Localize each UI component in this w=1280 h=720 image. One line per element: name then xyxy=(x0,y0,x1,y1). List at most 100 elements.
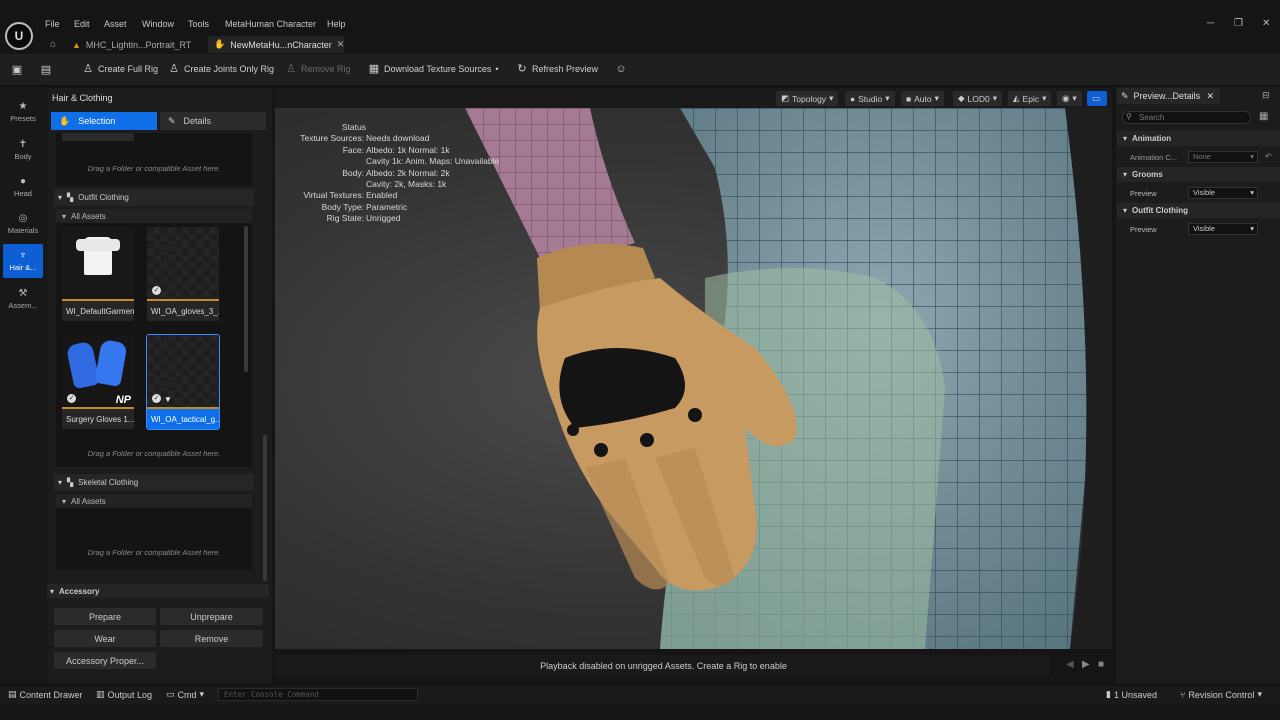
np-badge: NP xyxy=(115,394,131,406)
accessory-properties-button[interactable]: Accessory Proper... xyxy=(54,652,156,669)
topology-dropdown[interactable]: ◩ Topology ▾ xyxy=(776,91,839,106)
menu-file[interactable]: File xyxy=(45,19,60,31)
menu-metahuman[interactable]: MetaHuman Character xyxy=(225,19,316,31)
status-key: Body: xyxy=(342,167,364,178)
asset-tile-selected[interactable]: ✓ ▼ WI_OA_tactical_g... xyxy=(146,334,220,430)
preview-label: Preview xyxy=(1130,189,1157,198)
remove-rig-button[interactable]: ♙ Remove Rig xyxy=(285,63,350,75)
tab-character[interactable]: ✋ NewMetaHu...nCharacter ✕ xyxy=(208,36,344,53)
menu-tools[interactable]: Tools xyxy=(188,19,209,31)
quality-dropdown[interactable]: ◭ Epic ▾ xyxy=(1008,91,1052,106)
section-outfit-clothing[interactable]: ▾ ▚ Outfit Clothing xyxy=(54,189,254,206)
sidebar-item-hair-clothing[interactable]: ♆ Hair &... xyxy=(3,244,43,278)
unreal-logo-icon[interactable]: U xyxy=(5,22,33,50)
outfit-preview-select[interactable]: Visible ▾ xyxy=(1188,223,1258,235)
section-skeletal-clothing[interactable]: ▾ ▚ Skeletal Clothing xyxy=(54,474,254,491)
skeletal-asset-area xyxy=(56,508,252,570)
download-texture-button[interactable]: ▦ Download Texture Sources • xyxy=(368,63,499,75)
play-reverse-icon[interactable]: ◀ xyxy=(1066,659,1074,670)
status-value: Unrigged xyxy=(366,213,401,224)
outfit-scrollbar[interactable] xyxy=(244,226,248,372)
studio-dropdown[interactable]: ● Studio ▾ xyxy=(845,91,895,106)
section-grooms[interactable]: ▾ Grooms xyxy=(1117,167,1280,182)
all-assets-header[interactable]: ▾ All Assets xyxy=(56,209,252,223)
drop-hint: Drag a Folder or compatible Asset here. xyxy=(87,164,221,173)
remove-button[interactable]: Remove xyxy=(160,630,263,647)
save-icon[interactable]: ▣ xyxy=(11,64,23,76)
home-icon[interactable]: ⌂ xyxy=(50,39,56,50)
light-icon: ● xyxy=(850,93,856,104)
tab-preview-details[interactable]: ✎ Preview...Details ✕ xyxy=(1117,88,1220,104)
panel-scrollbar[interactable] xyxy=(263,435,267,581)
drawer-icon: ▤ xyxy=(8,689,17,699)
user-icon[interactable]: ☺ xyxy=(615,63,627,75)
camera-dropdown[interactable]: ■ Auto ▾ xyxy=(901,91,944,106)
menu-asset[interactable]: Asset xyxy=(104,19,127,31)
play-icon[interactable]: ▶ xyxy=(1082,659,1090,670)
status-row: Virtual Textures: Enabled xyxy=(290,190,499,201)
view-options-dropdown[interactable]: ◉ ▾ xyxy=(1057,91,1082,106)
section-outfit-clothing[interactable]: ▾ Outfit Clothing xyxy=(1117,203,1280,218)
sidebar-item-head[interactable]: ● Head xyxy=(3,170,43,204)
menu-edit[interactable]: Edit xyxy=(74,19,90,31)
sidebar-item-presets[interactable]: ★ Presets xyxy=(3,95,43,129)
animation-select[interactable]: None ▾ xyxy=(1188,151,1258,163)
refresh-preview-button[interactable]: ↻ Refresh Preview xyxy=(516,63,598,75)
output-log-button[interactable]: ▥ Output Log xyxy=(96,689,152,700)
browse-icon[interactable]: ▤ xyxy=(40,64,52,76)
tab-lighting[interactable]: ▲ MHC_Lightin...Portrait_RT xyxy=(66,36,197,53)
status-key: Face: xyxy=(342,144,364,155)
minimize-icon[interactable]: ─ xyxy=(1207,18,1214,29)
status-title: Status xyxy=(341,122,366,132)
stop-icon[interactable]: ■ xyxy=(1098,659,1104,670)
chevron-down-icon: ▾ xyxy=(58,478,63,487)
lod-dropdown[interactable]: ◆ LOD0 ▾ xyxy=(953,91,1003,106)
tile-remnant xyxy=(62,133,134,141)
sidebar-item-body[interactable]: ✝ Body xyxy=(3,133,43,167)
content-drawer-button[interactable]: ▤ Content Drawer xyxy=(8,689,83,700)
layout-icon[interactable]: ⊟ xyxy=(1262,90,1270,101)
search-input[interactable]: Search xyxy=(1122,111,1251,124)
tab-details[interactable]: ✎ Details xyxy=(160,112,266,130)
asset-tile[interactable]: ✓ WI_OA_gloves_3_... xyxy=(147,227,219,321)
tab-selection[interactable]: ✋ Selection xyxy=(51,112,157,130)
console-input[interactable]: Enter Console Command xyxy=(218,688,418,701)
chevron-down-icon: ▾ xyxy=(1257,689,1262,699)
sidebar-item-assembly[interactable]: ⚒ Assem... xyxy=(3,282,43,316)
maximize-icon[interactable]: ❐ xyxy=(1234,18,1243,29)
grid-icon[interactable]: ▦ xyxy=(1259,111,1268,122)
sidebar-item-materials[interactable]: ◎ Materials xyxy=(3,207,43,241)
unsaved-button[interactable]: ▮ 1 Unsaved xyxy=(1106,689,1157,700)
unprepare-button[interactable]: Unprepare xyxy=(160,608,263,625)
asset-tile[interactable]: ✓ NP Surgery Gloves 1... xyxy=(62,335,134,429)
section-accessory[interactable]: ▾ Accessory xyxy=(47,584,269,598)
chevron-down-icon: ▾ xyxy=(885,93,890,103)
camera-icon: ■ xyxy=(906,93,912,104)
tab-close-icon[interactable]: ✕ xyxy=(337,39,345,50)
menu-help[interactable]: Help xyxy=(327,19,346,31)
check-icon: ✓ xyxy=(67,394,76,403)
all-assets-header[interactable]: ▾ All Assets xyxy=(56,494,252,508)
cmd-dropdown[interactable]: ▭ Cmd ▾ xyxy=(166,689,204,700)
menu-window[interactable]: Window xyxy=(142,19,174,31)
create-full-rig-button[interactable]: ♙ Create Full Rig xyxy=(82,63,158,75)
drop-hint: Drag a Folder or compatible Asset here. xyxy=(87,548,221,557)
close-icon[interactable]: ✕ xyxy=(1206,91,1220,102)
chevron-down-icon: ▾ xyxy=(62,211,67,221)
wear-button[interactable]: Wear xyxy=(54,630,156,647)
layout-icon[interactable]: ▭ xyxy=(1087,91,1107,106)
chevron-down-icon: ▾ xyxy=(1042,93,1047,103)
close-icon[interactable]: ✕ xyxy=(1262,18,1270,29)
prepare-button[interactable]: Prepare xyxy=(54,608,156,625)
character-icon: ✋ xyxy=(214,39,226,49)
revision-control-button[interactable]: ⑂ Revision Control ▾ xyxy=(1180,689,1262,700)
create-joints-rig-button[interactable]: ♙ Create Joints Only Rig xyxy=(168,63,274,75)
glove-icon xyxy=(65,340,101,390)
tshirt-sleeves xyxy=(76,239,120,251)
section-animation[interactable]: ▾ Animation xyxy=(1117,131,1280,146)
grooms-preview-select[interactable]: Visible ▾ xyxy=(1188,187,1258,199)
chevron-down-icon: ▾ xyxy=(1250,188,1254,197)
status-row: Face: Albedo: 1k Normal: 1k xyxy=(290,145,499,156)
asset-tile[interactable]: WI_DefaultGarment xyxy=(62,227,134,321)
reset-icon[interactable]: ↶ xyxy=(1265,152,1272,161)
